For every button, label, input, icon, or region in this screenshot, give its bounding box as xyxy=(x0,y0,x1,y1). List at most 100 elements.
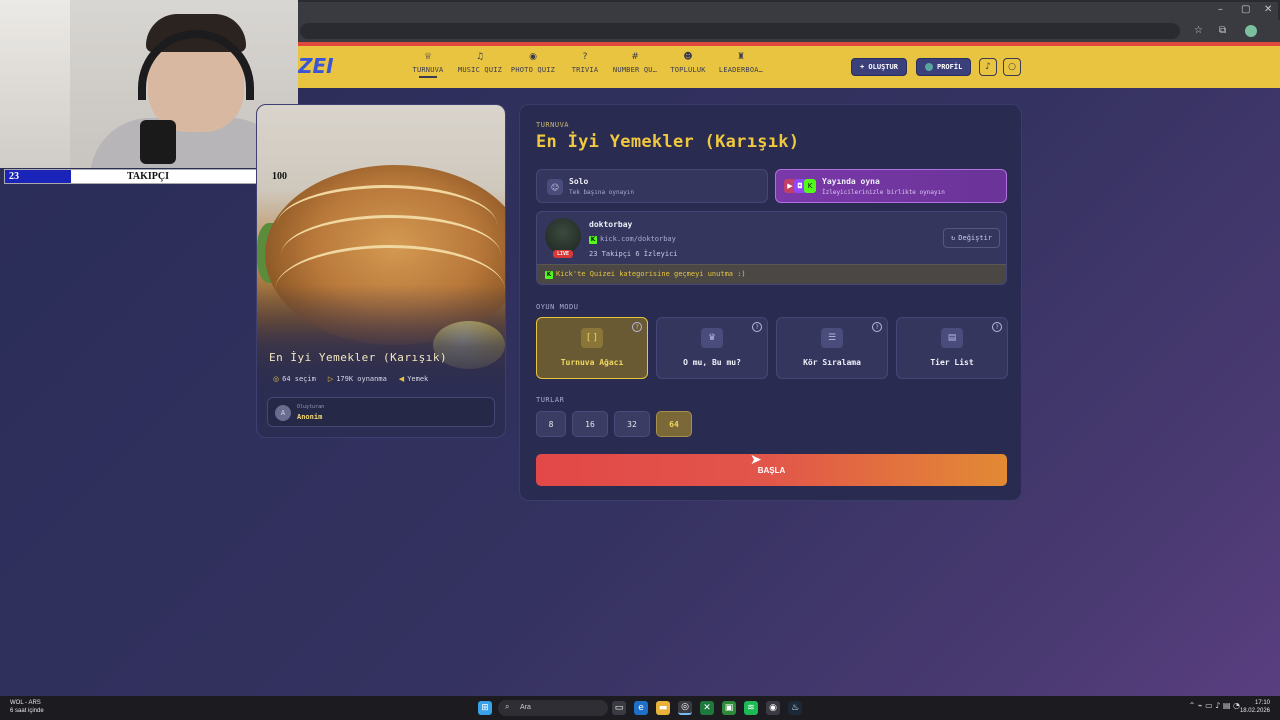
file-explorer-icon[interactable]: ▬ xyxy=(656,701,670,715)
browser-profile-avatar[interactable] xyxy=(1245,25,1257,37)
help-icon[interactable]: ? xyxy=(632,322,642,332)
nav-number-quiz[interactable]: # NUMBER QU… xyxy=(605,52,665,74)
weather-widget[interactable]: WOL - ARS 6 saat içinde xyxy=(10,699,44,715)
spotify-icon[interactable]: ≋ xyxy=(744,701,758,715)
search-icon: ⌕ xyxy=(505,702,510,711)
bracket-icon: [ ] xyxy=(581,328,603,348)
search-icon[interactable]: ○ xyxy=(1003,58,1021,76)
avatar: A xyxy=(275,405,291,421)
live-badge: LIVE xyxy=(553,250,574,258)
start-button[interactable]: BAŞLA xyxy=(536,454,1007,486)
stat-plays: ▷ 179K oynanma xyxy=(328,375,387,383)
mode-tier-list[interactable]: ▤ ? Tier List xyxy=(896,317,1008,379)
minecraft-icon[interactable]: ▣ xyxy=(722,701,736,715)
image-fade xyxy=(257,285,505,387)
mode-label: Kör Sıralama xyxy=(803,358,861,367)
game-mode-label: OYUN MODU xyxy=(536,303,579,311)
start-icon[interactable]: ⊞ xyxy=(478,701,492,715)
round-16-button[interactable]: 16 xyxy=(572,411,608,437)
streamer-info: LIVE doktorbay Kkick.com/doktorbay 23 Ta… xyxy=(536,211,1007,285)
round-64-button[interactable]: 64 xyxy=(656,411,692,437)
mode-o-mu-bu-mu[interactable]: ♛ ? O mu, Bu mu? xyxy=(656,317,768,379)
nav-label: PHOTO QUIZ xyxy=(510,66,556,74)
webcam-overlay xyxy=(0,0,298,168)
chrome-icon[interactable]: ◎ xyxy=(678,701,692,715)
nav-photo-quiz[interactable]: ◉ PHOTO QUIZ xyxy=(503,52,563,74)
streamer-link-text: kick.com/doktorbay xyxy=(600,235,676,243)
steam-icon[interactable]: ♨ xyxy=(788,701,802,715)
create-button-label: + OLUŞTUR xyxy=(860,63,898,71)
nav-label: TOPLULUK xyxy=(670,66,706,74)
extensions-icon[interactable]: ⧉ xyxy=(1219,25,1226,36)
users-icon: ☻ xyxy=(683,52,693,62)
kick-icon: K xyxy=(589,236,597,244)
stat-category-text: Yemek xyxy=(407,375,429,383)
streamer-channel-link[interactable]: Kkick.com/doktorbay xyxy=(589,235,676,244)
nav-label: TRIVIA xyxy=(571,66,599,74)
quiz-card-stats: ◎ 64 seçim ▷ 179K oynanma ◀ Yemek xyxy=(273,375,428,383)
solo-mode-title: Solo xyxy=(569,177,589,186)
solo-mode-button[interactable]: ☺ Solo Tek başına oynayın xyxy=(536,169,768,203)
change-streamer-button[interactable]: ↻ Değiştir xyxy=(943,228,1000,248)
taskbar-clock[interactable]: 17:10 18.02.2026 xyxy=(1240,699,1270,715)
mode-label: O mu, Bu mu? xyxy=(683,358,741,367)
stat-choices: ◎ 64 seçim xyxy=(273,375,316,383)
nav-topluluk[interactable]: ☻ TOPLULUK xyxy=(658,52,718,74)
tier-list-icon: ▤ xyxy=(941,328,963,348)
nav-active-indicator xyxy=(419,76,437,78)
stream-mode-button[interactable]: ▶ ◘ K Yayında oyna İzleyicilerinizle bir… xyxy=(775,169,1007,203)
tournament-setup-panel: TURNUVA En İyi Yemekler (Karışık) ☺ Solo… xyxy=(519,104,1022,501)
round-8-button[interactable]: 8 xyxy=(536,411,566,437)
windows-taskbar: WOL - ARS 6 saat içinde ⊞ ⌕ Ara ▭ e ▬ ◎ … xyxy=(0,696,1280,720)
nav-music-quiz[interactable]: ♫ MUSIC QUIZ xyxy=(450,52,510,74)
streamer-name: doktorbay xyxy=(589,220,633,229)
system-tray[interactable]: ⌃ ⌁ ▭ ♪ ▤ ◔ xyxy=(1189,701,1240,710)
platform-icons: ▶ ◘ K xyxy=(784,179,816,193)
kick-icon: K xyxy=(545,271,553,279)
help-icon[interactable]: ? xyxy=(992,322,1002,332)
maximize-icon[interactable]: ▢ xyxy=(1241,4,1250,15)
help-icon[interactable]: ? xyxy=(872,322,882,332)
avatar xyxy=(545,218,581,254)
mouse-cursor-icon: ➤ xyxy=(750,452,762,468)
stream-mode-subtitle: İzleyicilerinizle birlikte oynayın xyxy=(822,189,945,196)
nav-leaderboard[interactable]: ♜ LEADERBOA… xyxy=(711,52,771,74)
browser-tab[interactable] xyxy=(298,2,1278,20)
mode-kor-siralama[interactable]: ☰ ? Kör Sıralama xyxy=(776,317,888,379)
help-icon[interactable]: ? xyxy=(752,322,762,332)
excel-icon[interactable]: ✕ xyxy=(700,701,714,715)
mode-label: Tier List xyxy=(930,358,974,367)
mode-turnuva-agaci[interactable]: [ ] ? Turnuva Ağacı xyxy=(536,317,648,379)
chat-icon: ? xyxy=(582,52,588,62)
close-icon[interactable]: ✕ xyxy=(1264,4,1272,15)
task-view-icon[interactable]: ▭ xyxy=(612,701,626,715)
minimize-icon[interactable]: – xyxy=(1218,4,1223,15)
quiz-cover-image xyxy=(257,105,505,387)
nav-label: TURNUVA xyxy=(412,66,444,74)
follower-goal-label: TAKIPÇI xyxy=(126,171,170,182)
mode-label: Turnuva Ağacı xyxy=(560,358,624,367)
clock-time: 17:10 xyxy=(1254,700,1270,706)
edge-icon[interactable]: e xyxy=(634,701,648,715)
taskbar-search[interactable]: ⌕ Ara xyxy=(498,700,608,716)
profile-button-label: PROFİL xyxy=(937,63,963,71)
stream-mode-title: Yayında oyna xyxy=(822,177,880,186)
address-bar[interactable] xyxy=(300,23,1180,39)
nav-turnuva[interactable]: ♕ TURNUVA xyxy=(398,52,458,78)
panel-kicker: TURNUVA xyxy=(536,121,570,129)
profile-button[interactable]: PROFİL xyxy=(916,58,972,76)
crown-icon: ♛ xyxy=(701,328,723,348)
music-icon: ♫ xyxy=(475,52,485,62)
stat-plays-text: 179K oynanma xyxy=(336,375,387,383)
weather-title: WOL - ARS xyxy=(10,700,41,706)
create-button[interactable]: + OLUŞTUR xyxy=(851,58,907,76)
play-icon: ▷ xyxy=(327,375,334,383)
bookmark-star-icon[interactable]: ☆ xyxy=(1194,25,1203,36)
creator-info[interactable]: A Oluşturan Anonim xyxy=(267,397,495,427)
bell-icon[interactable]: ♪ xyxy=(979,58,997,76)
chrome-alt-icon[interactable]: ◉ xyxy=(766,701,780,715)
site-logo[interactable]: ZEI xyxy=(298,54,334,78)
nav-label: MUSIC QUIZ xyxy=(457,66,503,74)
round-32-button[interactable]: 32 xyxy=(614,411,650,437)
rounds-label: TURLAR xyxy=(536,396,565,404)
